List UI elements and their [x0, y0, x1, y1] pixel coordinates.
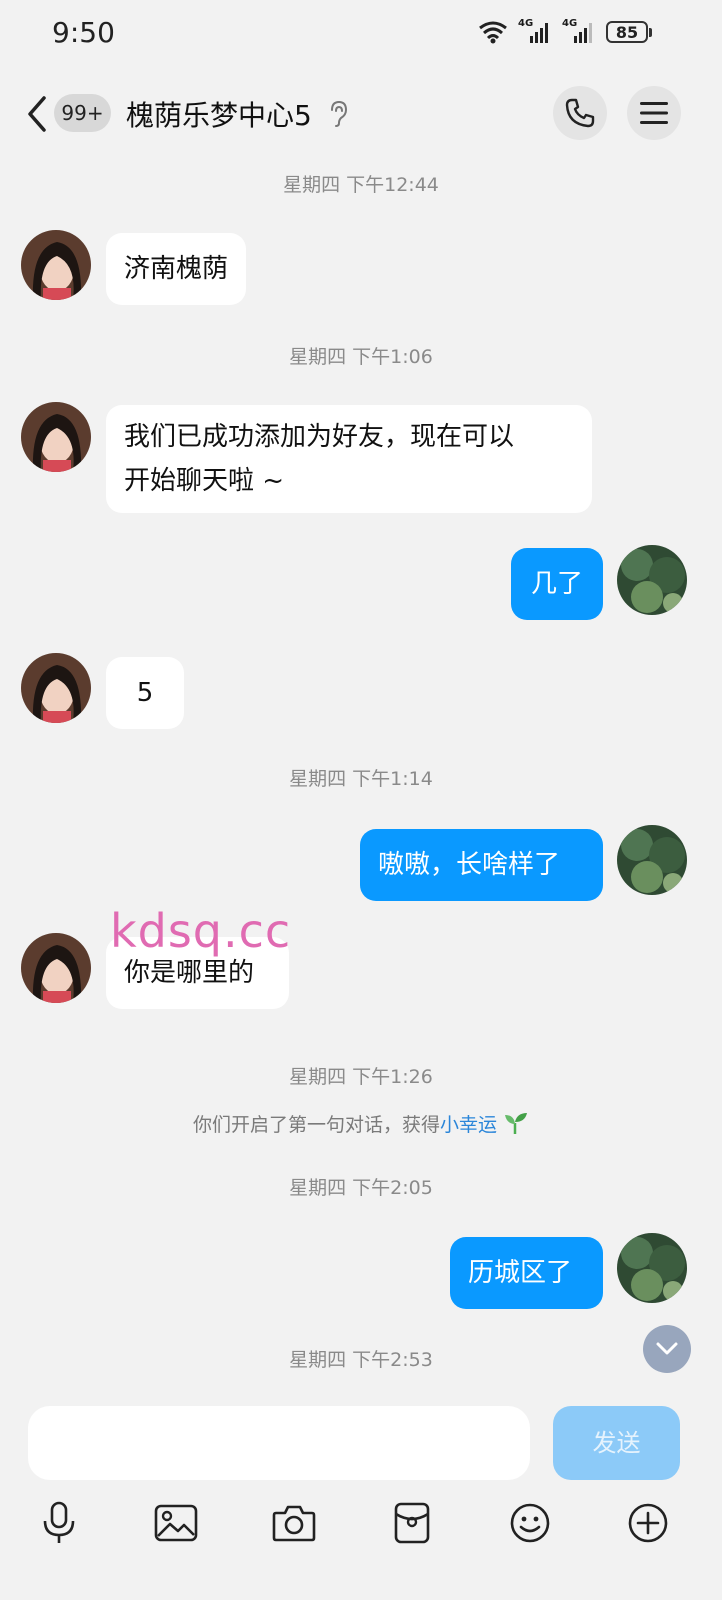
sprout-icon	[505, 1113, 528, 1134]
my-avatar[interactable]	[617, 825, 687, 895]
my-avatar[interactable]	[617, 545, 687, 615]
red-packet-icon	[394, 1502, 430, 1544]
signal-1-icon: 4G	[518, 18, 552, 44]
emoji-button[interactable]	[507, 1500, 553, 1546]
contact-avatar[interactable]	[21, 933, 91, 1003]
camera-icon	[272, 1505, 316, 1542]
message-input[interactable]	[28, 1406, 530, 1480]
timestamp: 星期四 下午1:14	[289, 768, 433, 790]
red-packet-button[interactable]	[389, 1500, 435, 1546]
scroll-to-bottom-button[interactable]	[643, 1325, 691, 1373]
send-button[interactable]: 发送	[553, 1406, 680, 1480]
contact-avatar[interactable]	[21, 402, 91, 472]
voice-button[interactable]	[36, 1500, 82, 1546]
more-button[interactable]	[625, 1500, 671, 1546]
phone-icon	[565, 98, 595, 128]
message-bubble-incoming[interactable]: 5	[106, 657, 184, 729]
message-bubble-incoming[interactable]: 我们已成功添加为好友，现在可以 开始聊天啦 ~	[106, 405, 592, 513]
menu-icon	[640, 102, 668, 124]
emoji-icon	[510, 1503, 550, 1543]
chevron-down-icon	[656, 1342, 678, 1355]
contact-avatar[interactable]	[21, 653, 91, 723]
my-avatar[interactable]	[617, 1233, 687, 1303]
message-line: 我们已成功添加为好友，现在可以	[124, 422, 515, 452]
system-note: 你们开启了第一句对话，获得小幸运	[0, 1110, 722, 1137]
timestamp: 星期四 下午12:44	[283, 174, 439, 196]
status-icons: 4G 4G 85	[478, 18, 652, 44]
message-line: 开始聊天啦 ~	[124, 466, 285, 496]
call-button[interactable]	[553, 86, 607, 140]
battery-icon: 85	[606, 21, 652, 43]
menu-button[interactable]	[627, 86, 681, 140]
plus-icon	[628, 1503, 668, 1543]
unread-badge[interactable]: 99+	[54, 94, 111, 132]
message-bubble-outgoing[interactable]: 历城区了	[450, 1237, 603, 1309]
image-button[interactable]	[153, 1500, 199, 1546]
lucky-link[interactable]: 小幸运	[440, 1114, 497, 1136]
message-bubble-outgoing[interactable]: 几了	[511, 548, 603, 620]
timestamp: 星期四 下午1:06	[289, 346, 433, 368]
timestamp: 星期四 下午2:53	[289, 1349, 433, 1371]
image-icon	[154, 1504, 198, 1542]
wifi-icon	[479, 21, 507, 44]
watermark: kdsq.cc	[110, 904, 292, 958]
microphone-icon	[43, 1501, 75, 1543]
status-time: 9:50	[52, 16, 115, 49]
timestamp: 星期四 下午2:05	[289, 1177, 433, 1199]
timestamp: 星期四 下午1:26	[289, 1066, 433, 1088]
battery-level: 85	[615, 22, 639, 42]
message-bubble-incoming[interactable]: 济南槐荫	[106, 233, 247, 305]
camera-button[interactable]	[271, 1500, 317, 1546]
chat-title[interactable]: 槐荫乐梦中心5	[126, 94, 312, 134]
signal-2-icon: 4G	[562, 18, 596, 44]
contact-avatar[interactable]	[21, 230, 91, 300]
system-note-text: 你们开启了第一句对话，获得	[192, 1114, 440, 1136]
message-bubble-outgoing[interactable]: 嗷嗷，长啥样了	[360, 829, 603, 901]
ear-icon[interactable]	[328, 100, 350, 128]
